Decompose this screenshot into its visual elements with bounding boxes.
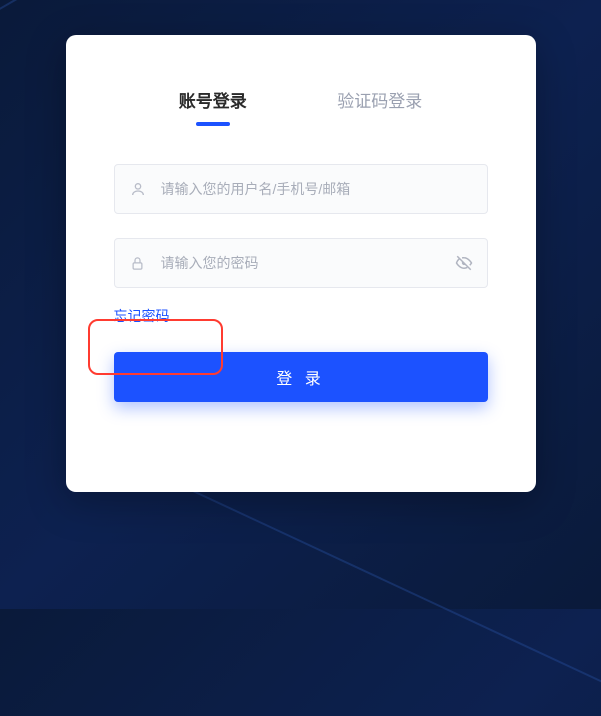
user-icon <box>129 180 147 198</box>
forgot-password-link[interactable]: 忘记密码 <box>114 306 170 326</box>
forgot-row: 忘记密码 <box>114 306 488 326</box>
login-button[interactable]: 登 录 <box>114 352 488 402</box>
username-input-group <box>114 164 488 214</box>
username-input[interactable] <box>161 165 473 213</box>
password-input[interactable] <box>161 239 455 287</box>
login-card: 账号登录 验证码登录 忘记密码 登 录 <box>66 35 536 492</box>
tab-sms-login[interactable]: 验证码登录 <box>337 87 422 124</box>
password-input-group <box>114 238 488 288</box>
login-tabs: 账号登录 验证码登录 <box>114 87 488 124</box>
lock-icon <box>129 254 147 272</box>
tab-account-login[interactable]: 账号登录 <box>179 87 247 124</box>
eye-off-icon[interactable] <box>455 254 473 272</box>
